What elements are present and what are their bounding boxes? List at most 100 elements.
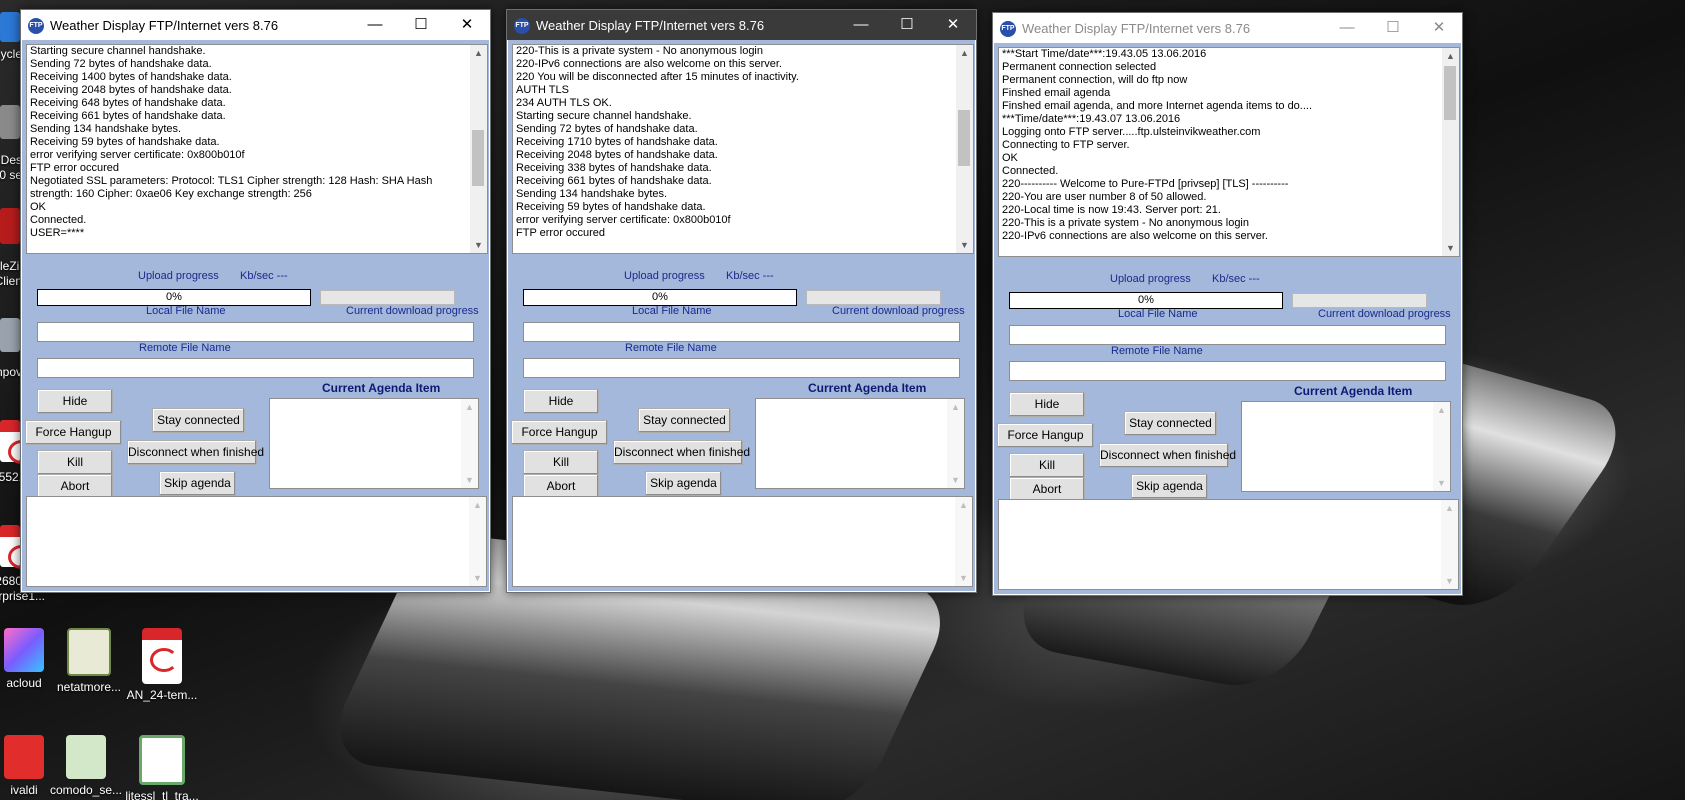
titlebar[interactable]: FTP Weather Display FTP/Internet vers 8.…	[993, 13, 1462, 43]
log-line: Connecting to FTP server.	[1002, 139, 1130, 151]
disconnect-when-finished-button[interactable]: Disconnect when finished	[613, 440, 750, 465]
titlebar[interactable]: FTP Weather Display FTP/Internet vers 8.…	[21, 10, 490, 40]
remote-file-label: Remote File Name	[1111, 345, 1203, 357]
message-box[interactable]: ▲ ▼	[998, 499, 1459, 590]
ftp-log[interactable]: ***Start Time/date***:19.43.05 13.06.201…	[998, 47, 1443, 257]
message-scrollbar[interactable]: ▲ ▼	[955, 497, 972, 586]
desktop-edge-label: leZil	[0, 259, 22, 273]
log-line: Permanent connection, will do ftp now	[1002, 74, 1188, 86]
titlebar[interactable]: FTP Weather Display FTP/Internet vers 8.…	[507, 10, 976, 40]
force-hangup-button[interactable]: Force Hangup	[997, 423, 1094, 448]
force-hangup-button[interactable]: Force Hangup	[25, 420, 122, 445]
download-progress-label: Current download progress	[1318, 308, 1451, 320]
disconnect-when-finished-button[interactable]: Disconnect when finished	[127, 440, 264, 465]
scroll-up-arrow-icon[interactable]: ▲	[955, 497, 972, 513]
desktop-edge-label: Des	[0, 153, 22, 167]
message-box[interactable]: ▲ ▼	[512, 496, 973, 587]
log-line: Permanent connection selected	[1002, 61, 1157, 73]
local-file-field[interactable]	[37, 322, 474, 342]
kbsec-bar	[320, 290, 455, 305]
pdf-icon[interactable]	[0, 525, 36, 569]
scroll-down-arrow-icon[interactable]: ▼	[470, 237, 487, 253]
scroll-thumb[interactable]	[1444, 66, 1456, 120]
netatmo-icon	[67, 628, 111, 676]
maximize-button[interactable]: ☐	[884, 10, 930, 40]
agenda-box[interactable]: ▲ ▼	[269, 398, 479, 489]
message-box[interactable]: ▲ ▼	[26, 496, 487, 587]
scroll-down-arrow-icon[interactable]: ▼	[955, 570, 972, 586]
close-button[interactable]: ✕	[444, 10, 490, 40]
upload-progress-label: Upload progress	[624, 270, 705, 282]
minimize-button[interactable]: —	[1324, 13, 1370, 43]
hide-button[interactable]: Hide	[1009, 392, 1085, 417]
agenda-box[interactable]: ▲ ▼	[1241, 401, 1451, 492]
minimize-button[interactable]: —	[352, 10, 398, 40]
message-scrollbar[interactable]: ▲ ▼	[469, 497, 486, 586]
message-scrollbar[interactable]: ▲ ▼	[1441, 500, 1458, 589]
log-line: Receiving 59 bytes of handshake data.	[516, 201, 706, 213]
kill-button[interactable]: Kill	[523, 450, 599, 475]
scroll-down-arrow-icon[interactable]: ▼	[461, 472, 478, 488]
edge-app-icon[interactable]	[0, 105, 20, 139]
agenda-label: Current Agenda Item	[808, 381, 927, 395]
remote-file-field[interactable]	[37, 358, 474, 378]
local-file-field[interactable]	[1009, 325, 1446, 345]
desktop-icon-pdf-an24[interactable]: AN_24-tem...	[116, 628, 208, 702]
log-scrollbar[interactable]: ▲ ▼	[1442, 47, 1460, 257]
skip-agenda-button[interactable]: Skip agenda	[159, 471, 236, 496]
scroll-down-arrow-icon[interactable]: ▼	[1441, 573, 1458, 589]
skip-agenda-button[interactable]: Skip agenda	[645, 471, 722, 496]
scroll-thumb[interactable]	[958, 110, 970, 166]
log-line: Receiving 1710 bytes of handshake data.	[516, 136, 718, 148]
scroll-down-arrow-icon[interactable]: ▼	[956, 237, 973, 253]
remote-file-field[interactable]	[1009, 361, 1446, 381]
edge-app-icon[interactable]	[0, 318, 20, 352]
cloud-icon	[4, 628, 44, 672]
disconnect-when-finished-button[interactable]: Disconnect when finished	[1099, 443, 1236, 468]
scroll-down-arrow-icon[interactable]: ▼	[1433, 475, 1450, 491]
scroll-down-arrow-icon[interactable]: ▼	[1442, 240, 1459, 256]
log-scrollbar[interactable]: ▲ ▼	[470, 44, 488, 254]
maximize-button[interactable]: ☐	[1370, 13, 1416, 43]
scroll-up-arrow-icon[interactable]: ▲	[956, 45, 973, 61]
minimize-button[interactable]: —	[838, 10, 884, 40]
maximize-button[interactable]: ☐	[398, 10, 444, 40]
stay-connected-button[interactable]: Stay connected	[638, 408, 731, 433]
ftp-log[interactable]: 220-This is a private system - No anonym…	[512, 44, 957, 254]
remote-file-field[interactable]	[523, 358, 960, 378]
force-hangup-button[interactable]: Force Hangup	[511, 420, 608, 445]
scroll-up-arrow-icon[interactable]: ▲	[461, 399, 478, 415]
stay-connected-button[interactable]: Stay connected	[152, 408, 245, 433]
agenda-scrollbar[interactable]: ▲ ▼	[947, 399, 964, 488]
desktop-icon-positivessl[interactable]: litessl_tl_tra...	[116, 735, 208, 800]
scroll-thumb[interactable]	[472, 130, 484, 186]
close-button[interactable]: ✕	[1416, 13, 1462, 43]
agenda-scrollbar[interactable]: ▲ ▼	[461, 399, 478, 488]
pdf-icon[interactable]	[0, 420, 36, 464]
scroll-down-arrow-icon[interactable]: ▼	[947, 472, 964, 488]
download-progress-label: Current download progress	[832, 305, 965, 317]
close-button[interactable]: ✕	[930, 10, 976, 40]
scroll-up-arrow-icon[interactable]: ▲	[470, 45, 487, 61]
scroll-up-arrow-icon[interactable]: ▲	[1433, 402, 1450, 418]
log-scrollbar[interactable]: ▲ ▼	[956, 44, 974, 254]
filezilla-icon[interactable]	[0, 208, 20, 244]
hide-button[interactable]: Hide	[37, 389, 113, 414]
pdf-icon	[142, 628, 182, 684]
log-line: Connected.	[30, 214, 87, 226]
agenda-box[interactable]: ▲ ▼	[755, 398, 965, 489]
agenda-scrollbar[interactable]: ▲ ▼	[1433, 402, 1450, 491]
skip-agenda-button[interactable]: Skip agenda	[1131, 474, 1208, 499]
scroll-down-arrow-icon[interactable]: ▼	[469, 570, 486, 586]
scroll-up-arrow-icon[interactable]: ▲	[1441, 500, 1458, 516]
scroll-up-arrow-icon[interactable]: ▲	[469, 497, 486, 513]
scroll-up-arrow-icon[interactable]: ▲	[947, 399, 964, 415]
ftp-log[interactable]: Starting secure channel handshake. Sendi…	[26, 44, 471, 254]
local-file-field[interactable]	[523, 322, 960, 342]
kill-button[interactable]: Kill	[37, 450, 113, 475]
hide-button[interactable]: Hide	[523, 389, 599, 414]
edge-app-icon[interactable]	[0, 12, 20, 42]
kill-button[interactable]: Kill	[1009, 453, 1085, 478]
stay-connected-button[interactable]: Stay connected	[1124, 411, 1217, 436]
scroll-up-arrow-icon[interactable]: ▲	[1442, 48, 1459, 64]
